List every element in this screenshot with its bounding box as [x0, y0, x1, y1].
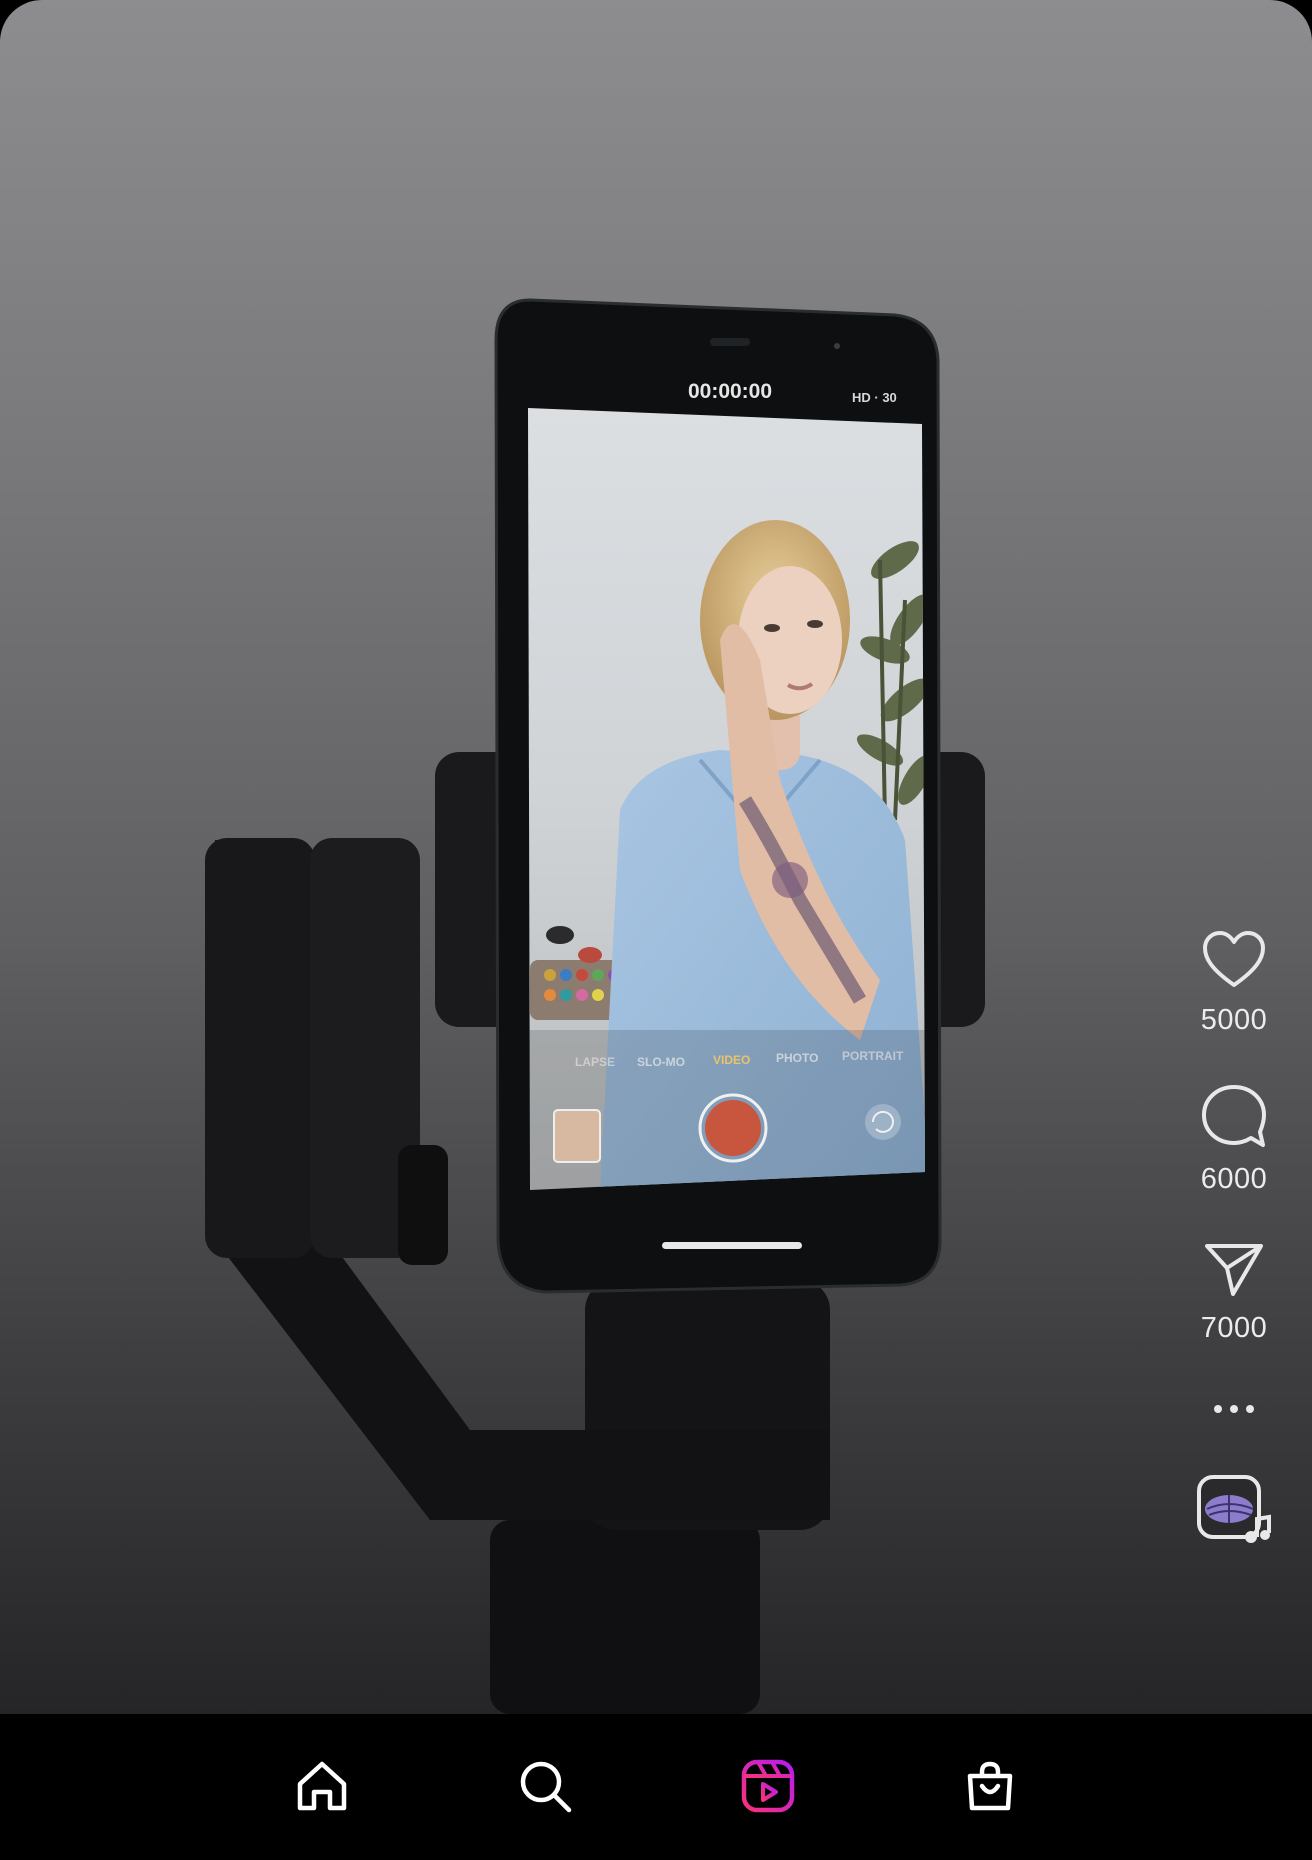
phone-camera-dot — [834, 343, 840, 349]
shop-icon — [967, 1761, 1013, 1811]
action-column: 5000 6000 7000 — [1174, 930, 1294, 1551]
search-icon — [520, 1761, 572, 1813]
nav-reels[interactable] — [728, 1746, 808, 1826]
more-button[interactable] — [1212, 1403, 1256, 1415]
comment-icon — [1202, 1085, 1266, 1147]
camera-mode-slomo: SLO-MO — [637, 1055, 685, 1069]
reels-screen: 00:00:00 HD · 30 LAPSE SLO-MO VIDEO PHOT… — [0, 0, 1312, 1860]
gimbal-arm-vertical — [205, 838, 315, 1258]
gimbal-base — [490, 1520, 760, 1714]
nav-home[interactable] — [282, 1746, 362, 1826]
phone-home-indicator — [662, 1242, 802, 1249]
camera-timer: 00:00:00 — [688, 380, 772, 403]
share-count: 7000 — [1200, 1312, 1268, 1344]
phone-screen: LAPSE SLO-MO VIDEO PHOTO PORTRAIT — [528, 408, 925, 1190]
home-icon — [297, 1761, 347, 1811]
camera-mode-portrait: PORTRAIT — [842, 1049, 904, 1063]
camera-mode-photo: PHOTO — [776, 1051, 818, 1065]
phone-speaker — [710, 338, 750, 346]
nav-search[interactable] — [505, 1746, 585, 1826]
nav-shop[interactable] — [950, 1746, 1030, 1826]
reels-icon — [741, 1759, 795, 1813]
comment-button[interactable]: 6000 — [1200, 1083, 1268, 1196]
heart-icon — [1202, 931, 1265, 987]
send-icon — [1204, 1244, 1263, 1296]
comment-count: 6000 — [1200, 1163, 1268, 1195]
bottom-nav — [0, 1714, 1312, 1860]
gimbal-knob — [398, 1145, 448, 1265]
reel-video[interactable]: 00:00:00 HD · 30 LAPSE SLO-MO VIDEO PHOT… — [0, 0, 1312, 1714]
audio-track-icon — [1197, 1475, 1271, 1543]
like-button[interactable]: 5000 — [1201, 930, 1268, 1037]
camera-mode-video: VIDEO — [713, 1053, 750, 1067]
audio-track-button[interactable] — [1195, 1473, 1273, 1551]
like-count: 5000 — [1200, 1004, 1268, 1036]
video-frame: 00:00:00 HD · 30 LAPSE SLO-MO VIDEO PHOT… — [205, 298, 985, 1714]
camera-format: HD · 30 — [852, 390, 897, 405]
share-button[interactable]: 7000 — [1201, 1242, 1268, 1345]
camera-mode-lapse: LAPSE — [575, 1055, 615, 1069]
more-icon — [1214, 1405, 1254, 1413]
